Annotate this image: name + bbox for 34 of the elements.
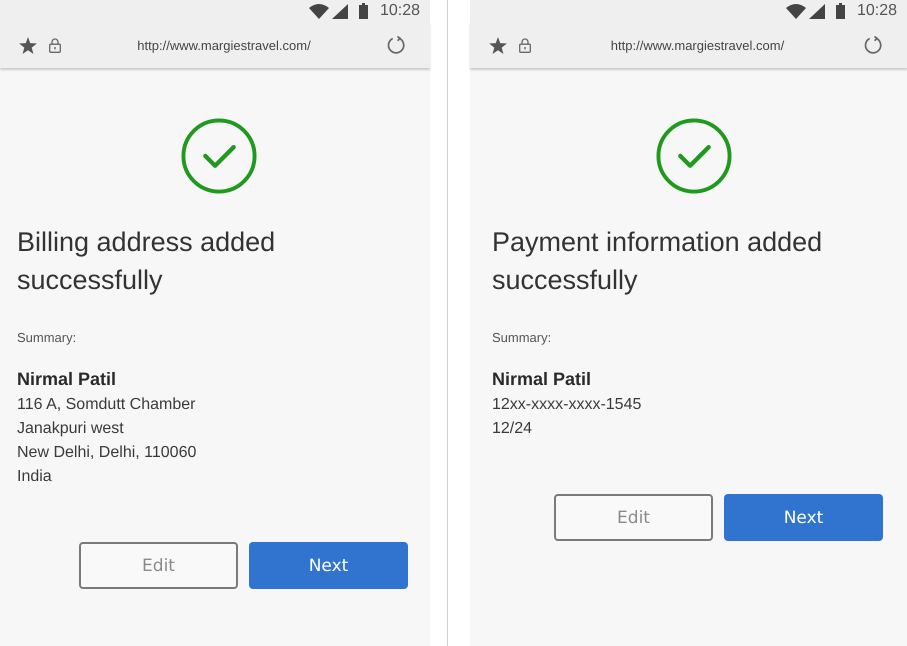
url-text[interactable]: http://www.margiestravel.com/ xyxy=(61,38,387,52)
detail-line: New Delhi, Delhi, 110060 xyxy=(17,443,198,463)
detail-line: 12/24 xyxy=(492,419,534,439)
edit-button[interactable]: Edit xyxy=(79,542,238,589)
signal-icon xyxy=(808,4,825,18)
url-text[interactable]: http://www.margiestravel.com/ xyxy=(531,38,864,52)
detail-line: 12xx-xxxx-xxxx-1545 xyxy=(492,395,642,415)
battery-icon xyxy=(358,3,368,19)
reload-icon[interactable] xyxy=(864,36,883,54)
detail-line: 116 A, Somdutt Chamber xyxy=(17,395,196,415)
customer-name: Nirmal Patil xyxy=(492,368,592,391)
check-circle-icon xyxy=(656,118,732,194)
success-heading: Billing address added successfully xyxy=(17,226,276,297)
detail-line: India xyxy=(17,467,53,487)
star-icon[interactable] xyxy=(489,36,507,54)
edit-button[interactable]: Edit xyxy=(554,494,713,541)
summary-label: Summary: xyxy=(17,329,78,347)
signal-icon xyxy=(332,4,348,18)
wifi-icon xyxy=(308,4,329,18)
reload-icon[interactable] xyxy=(387,36,406,54)
lock-icon xyxy=(49,38,61,52)
status-time: 10:28 xyxy=(856,1,897,21)
detail-line: Janakpuri west xyxy=(17,419,125,439)
customer-name: Nirmal Patil xyxy=(17,368,118,391)
lock-icon xyxy=(519,38,531,52)
summary-label: Summary: xyxy=(492,329,552,347)
next-button[interactable]: Next xyxy=(724,494,883,541)
battery-icon xyxy=(836,3,845,19)
check-circle-icon xyxy=(180,118,256,194)
status-time: 10:28 xyxy=(380,1,420,21)
next-button[interactable]: Next xyxy=(249,542,408,589)
star-icon[interactable] xyxy=(19,36,37,54)
success-heading: Payment information added successfully xyxy=(492,226,824,297)
wifi-icon xyxy=(786,4,806,18)
